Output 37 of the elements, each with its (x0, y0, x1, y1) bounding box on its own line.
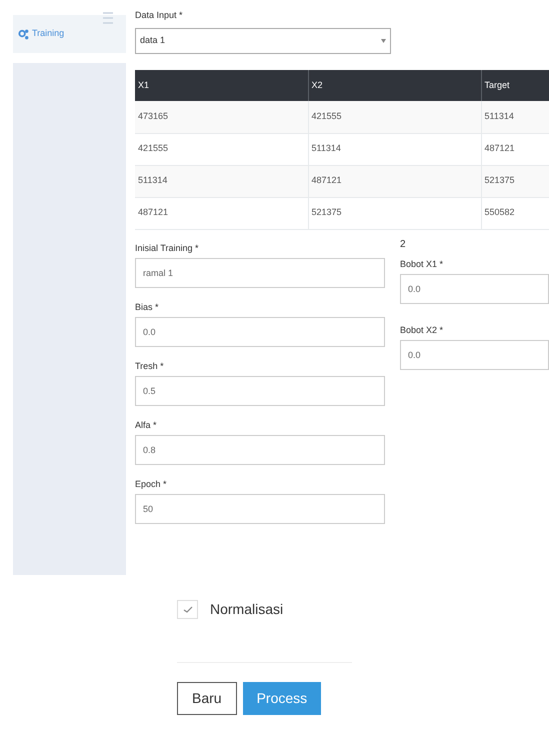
input-field[interactable]: 0.0 (135, 316, 385, 346)
field-label: Bobot X1 * (400, 258, 444, 270)
field-label: Inisial Training * (135, 242, 200, 254)
table-cell: 421555 (308, 101, 481, 133)
field-label: Tresh * (135, 360, 165, 372)
table-cell: 521375 (481, 165, 549, 197)
input-field[interactable]: 0.0 (400, 340, 549, 370)
field-label: Data Input * (135, 9, 184, 22)
table-cell: 487121 (481, 133, 549, 165)
field-label: Alfa * (135, 418, 158, 430)
table-cell: 473165 (135, 101, 308, 133)
dropdown[interactable]: data 1 (135, 28, 391, 54)
caret-icon (381, 39, 386, 43)
table-cell: 421555 (135, 133, 308, 165)
table-cell: 521375 (308, 197, 481, 229)
check-icon (182, 606, 192, 613)
input-field[interactable]: 0.8 (135, 434, 385, 464)
table-cell: 487121 (135, 197, 308, 229)
input-field[interactable]: 0.5 (135, 376, 385, 406)
table-cell: 511314 (308, 133, 481, 165)
input-field[interactable]: 50 (135, 494, 385, 524)
gears-icon (18, 28, 29, 40)
field-label: Bobot X2 * (400, 324, 444, 336)
checkbox-label: Normalisasi (210, 600, 284, 619)
input-field[interactable]: 0.0 (400, 274, 549, 304)
section-number: 2 (400, 238, 406, 250)
process-button[interactable]: Process (242, 682, 322, 715)
new-button[interactable]: Baru (177, 682, 237, 715)
table-cell: 487121 (308, 165, 481, 197)
input-field[interactable]: ramal 1 (135, 258, 385, 288)
table-cell: 511314 (135, 165, 308, 197)
table-cell: 550582 (481, 197, 549, 229)
sidebar-item[interactable]: Training (13, 15, 126, 53)
field-label: Bias * (135, 300, 160, 312)
field-label: Epoch * (135, 478, 168, 490)
checkbox[interactable] (177, 600, 198, 619)
table-cell: 511314 (481, 101, 549, 133)
